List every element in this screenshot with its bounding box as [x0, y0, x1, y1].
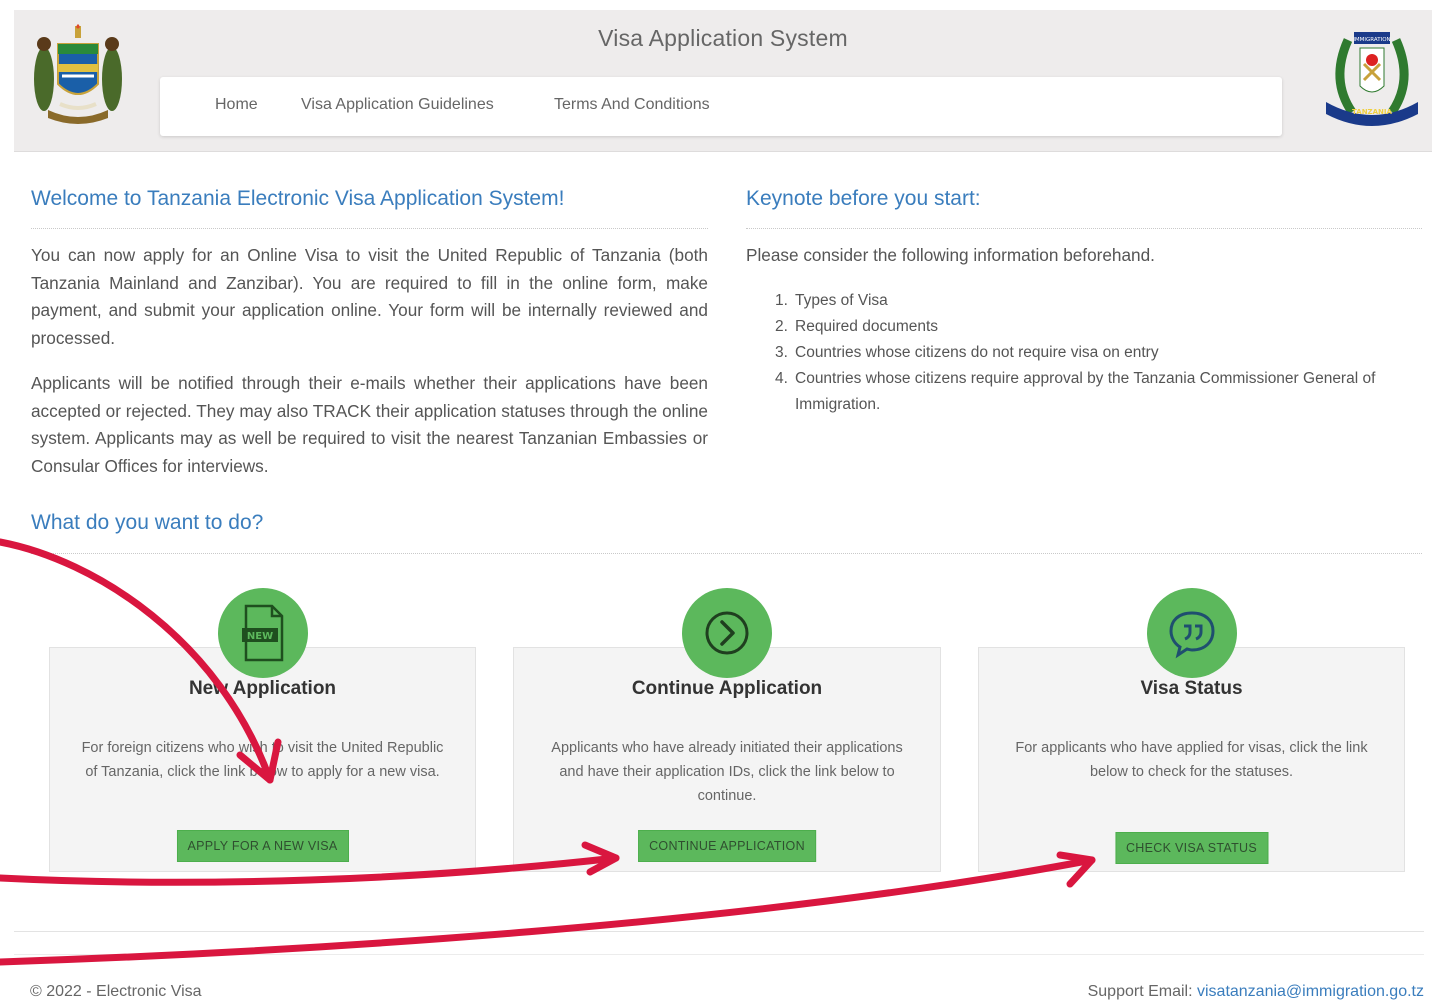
- card-title: Continue Application: [631, 678, 823, 699]
- card-description: For foreign citizens who wish to visit t…: [81, 740, 444, 780]
- annotation-arrow-3: [0, 856, 1096, 966]
- support-label: Support Email:: [1087, 983, 1197, 1000]
- nav-terms-conditions[interactable]: Terms And Conditions: [554, 96, 710, 114]
- welcome-title: Welcome to Tanzania Electronic Visa Appl…: [31, 187, 565, 210]
- welcome-paragraph-2: Applicants will be notified through thei…: [31, 373, 708, 476]
- footer-copyright: © 2022 - Electronic Visa: [30, 983, 202, 1000]
- footer-divider: [14, 931, 1424, 932]
- svg-text:NEW: NEW: [246, 631, 272, 642]
- nav-home[interactable]: Home: [215, 96, 258, 114]
- actions-divider: [31, 553, 1422, 554]
- actions-title: What do you want to do?: [31, 511, 264, 534]
- keynote-item[interactable]: 3. Countries whose citizens do not requir…: [775, 340, 1395, 366]
- check-visa-status-button[interactable]: CHECK VISA STATUS: [1114, 832, 1269, 864]
- apply-new-visa-button[interactable]: APPLY FOR A NEW VISA: [176, 830, 349, 862]
- card-title: New Application: [188, 678, 337, 699]
- welcome-divider: [31, 228, 708, 229]
- svg-text:TANZANIA: TANZANIA: [1352, 108, 1392, 116]
- svg-text:IMMIGRATION: IMMIGRATION: [1353, 37, 1390, 43]
- main-navbar: Home Visa Application Guidelines Terms A…: [160, 77, 1282, 136]
- card-title: Visa Status: [1140, 678, 1243, 699]
- immigration-emblem-logo: IMMIGRATION TANZANIA: [1318, 30, 1426, 135]
- chevron-circle-right-icon: [682, 588, 772, 678]
- welcome-paragraph-1: You can now apply for an Online Visa to …: [31, 245, 708, 348]
- card-description: Applicants who have already initiated th…: [551, 740, 903, 804]
- site-header: Visa Application System Home Visa Applic…: [14, 10, 1432, 152]
- continue-application-card: Continue Application Applicants who have…: [513, 588, 941, 872]
- visa-status-card: Visa Status For applicants who have appl…: [978, 588, 1405, 872]
- keynote-item[interactable]: 2. Required documents: [775, 314, 1395, 340]
- nav-visa-guidelines[interactable]: Visa Application Guidelines: [301, 96, 494, 114]
- keynote-divider: [746, 228, 1422, 229]
- new-document-icon: NEW: [217, 588, 308, 678]
- quote-bubble-icon: [1146, 588, 1237, 678]
- continue-application-button[interactable]: CONTINUE APPLICATION: [638, 830, 816, 862]
- keynote-list: 1. Types of Visa 2. Required documents 3. C…: [775, 288, 1395, 418]
- keynote-item[interactable]: 4. Countries whose citizens require appro…: [775, 366, 1395, 418]
- footer-divider: [14, 954, 1424, 955]
- keynote-item[interactable]: 1. Types of Visa: [775, 288, 1395, 314]
- card-description: For applicants who have applied for visa…: [1015, 740, 1368, 780]
- keynote-title: Keynote before you start:: [746, 187, 981, 210]
- support-email-link[interactable]: visatanzania@immigration.go.tz: [1197, 983, 1424, 1000]
- keynote-intro: Please consider the following informatio…: [746, 245, 1155, 265]
- site-title: Visa Application System: [598, 25, 848, 51]
- footer-support: Support Email: visatanzania@immigration.…: [1088, 983, 1424, 1001]
- new-application-card: NEW New Application For foreign citizens…: [49, 588, 476, 872]
